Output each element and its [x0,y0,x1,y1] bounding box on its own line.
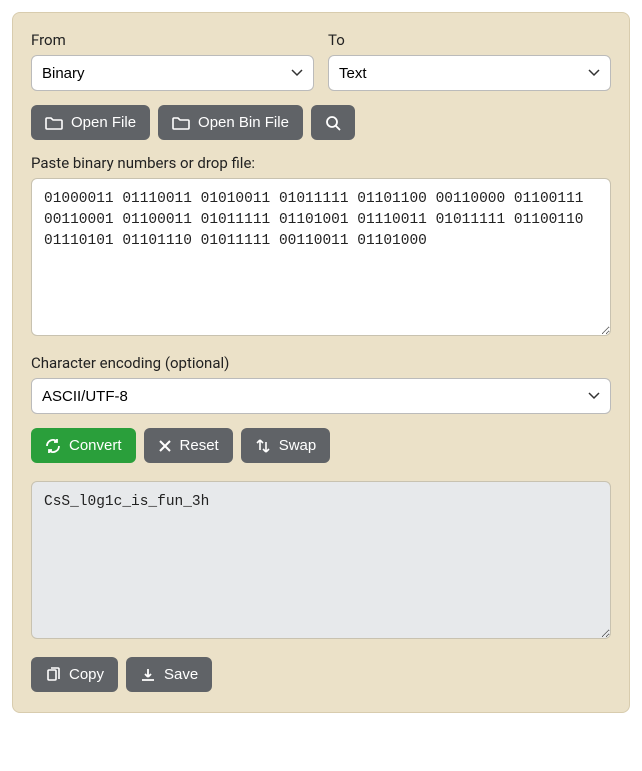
copy-icon [45,667,61,683]
input-textarea[interactable] [31,178,611,336]
copy-button[interactable]: Copy [31,657,118,692]
swap-icon [255,438,271,454]
open-bin-file-button[interactable]: Open Bin File [158,105,303,140]
encoding-select[interactable]: ASCII/UTF-8 [31,378,611,414]
from-select[interactable]: Binary [31,55,314,91]
input-label: Paste binary numbers or drop file: [31,154,611,172]
to-label: To [328,31,611,49]
refresh-icon [45,438,61,454]
convert-button[interactable]: Convert [31,428,136,463]
download-icon [140,667,156,683]
save-button[interactable]: Save [126,657,212,692]
folder-icon [45,116,63,130]
converter-panel: From Binary To Text Open File Open Bin F… [12,12,630,713]
open-bin-file-label: Open Bin File [198,114,289,131]
open-file-label: Open File [71,114,136,131]
copy-label: Copy [69,666,104,683]
encoding-label: Character encoding (optional) [31,354,611,372]
search-icon [325,115,341,131]
folder-icon [172,116,190,130]
open-file-button[interactable]: Open File [31,105,150,140]
close-icon [158,439,172,453]
swap-label: Swap [279,437,317,454]
from-label: From [31,31,314,49]
reset-button[interactable]: Reset [144,428,233,463]
swap-button[interactable]: Swap [241,428,331,463]
output-textarea[interactable] [31,481,611,639]
search-button[interactable] [311,105,355,140]
reset-label: Reset [180,437,219,454]
save-label: Save [164,666,198,683]
to-select[interactable]: Text [328,55,611,91]
convert-label: Convert [69,437,122,454]
